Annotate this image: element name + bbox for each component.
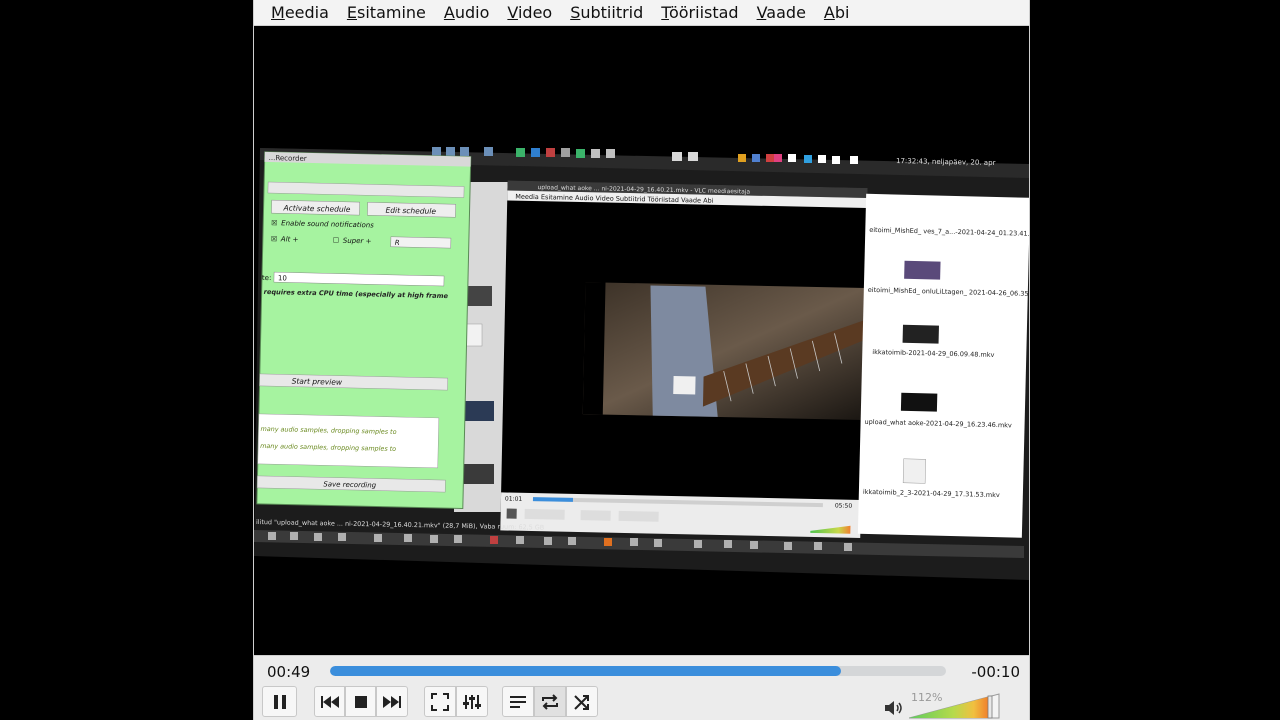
fullscreen-icon (431, 692, 449, 711)
edit-schedule-button: Edit schedule (385, 206, 436, 216)
speaker-icon[interactable] (884, 700, 904, 716)
recorder-title: ...Recorder (269, 154, 307, 163)
menu-vaade[interactable]: Vaade (757, 3, 806, 22)
rate-input: 10 (278, 274, 287, 282)
captured-recorder-window: ...Recorder Activate schedule Edit sched… (256, 151, 472, 510)
hotkey-key-select: R (395, 239, 400, 247)
stop-icon (354, 695, 367, 708)
playlist-icon (510, 695, 526, 708)
start-preview-button: Start preview (292, 377, 343, 387)
svg-text:☒: ☒ (271, 219, 277, 227)
seek-slider-progress (330, 666, 842, 676)
remaining-time[interactable]: -00:10 (971, 663, 1020, 681)
menu-abi[interactable]: Abi (824, 3, 850, 22)
inner-vlc-elapsed: 01:01 (505, 495, 523, 502)
hotkey-alt-checkbox: Alt + (280, 235, 299, 243)
loop-icon (542, 693, 558, 710)
menu-video[interactable]: Video (507, 3, 552, 22)
menu-meedia[interactable]: Meedia (271, 3, 329, 22)
video-area[interactable]: 17:32:43, neljapäev, 20. apr ...Recorder… (254, 26, 1029, 654)
rate-label: te: (262, 274, 272, 282)
svg-text:☐: ☐ (333, 236, 339, 244)
playlist-button[interactable] (502, 686, 534, 717)
shuffle-button[interactable] (566, 686, 598, 717)
shuffle-icon (574, 694, 589, 710)
skip-next-icon (383, 695, 401, 708)
skip-previous-icon (320, 695, 339, 708)
menu-audio[interactable]: Audio (444, 3, 489, 22)
letterbox-right (1028, 0, 1280, 720)
next-button[interactable] (376, 686, 408, 717)
previous-button[interactable] (314, 686, 345, 717)
volume-handle[interactable] (987, 695, 993, 719)
menu-subtiitrid[interactable]: Subtiitrid (570, 3, 643, 22)
activate-schedule-button: Activate schedule (282, 203, 350, 214)
loop-button[interactable] (534, 686, 566, 717)
pause-icon (273, 694, 286, 709)
playback-controls-panel: 00:49 -00:10 112% (254, 655, 1029, 720)
svg-text:☒: ☒ (271, 235, 277, 243)
menu-esitamine[interactable]: Esitamine (347, 3, 426, 22)
volume-slider[interactable] (909, 692, 1001, 720)
volume-level-fill (909, 694, 990, 718)
elapsed-time: 00:49 (267, 663, 311, 681)
captured-inner-vlc: upload_what aoke ... ni-2021-04-29_16.40… (500, 180, 868, 538)
captured-file-list: eitoimi_MishEd_ ves_7_a...-2021-04-24_01… (857, 193, 1029, 538)
stop-button[interactable] (345, 686, 376, 717)
menu-bar: Meedia Esitamine Audio Video Subtiitrid … (254, 0, 1029, 26)
equalizer-icon (463, 694, 481, 709)
save-recording-button: Save recording (323, 480, 377, 489)
letterbox-left (0, 0, 253, 720)
seek-slider[interactable] (330, 666, 946, 676)
inner-vlc-remaining: 05:50 (835, 502, 853, 509)
video-frame-desktop-capture: 17:32:43, neljapäev, 20. apr ...Recorder… (254, 147, 1029, 580)
pause-button[interactable] (262, 686, 297, 717)
fullscreen-button[interactable] (424, 686, 456, 717)
hotkey-super-checkbox: Super + (343, 237, 372, 246)
vlc-player-window: Meedia Esitamine Audio Video Subtiitrid … (253, 0, 1030, 720)
menu-tooriistad[interactable]: Tööriistad (661, 3, 738, 22)
extended-settings-button[interactable] (456, 686, 488, 717)
